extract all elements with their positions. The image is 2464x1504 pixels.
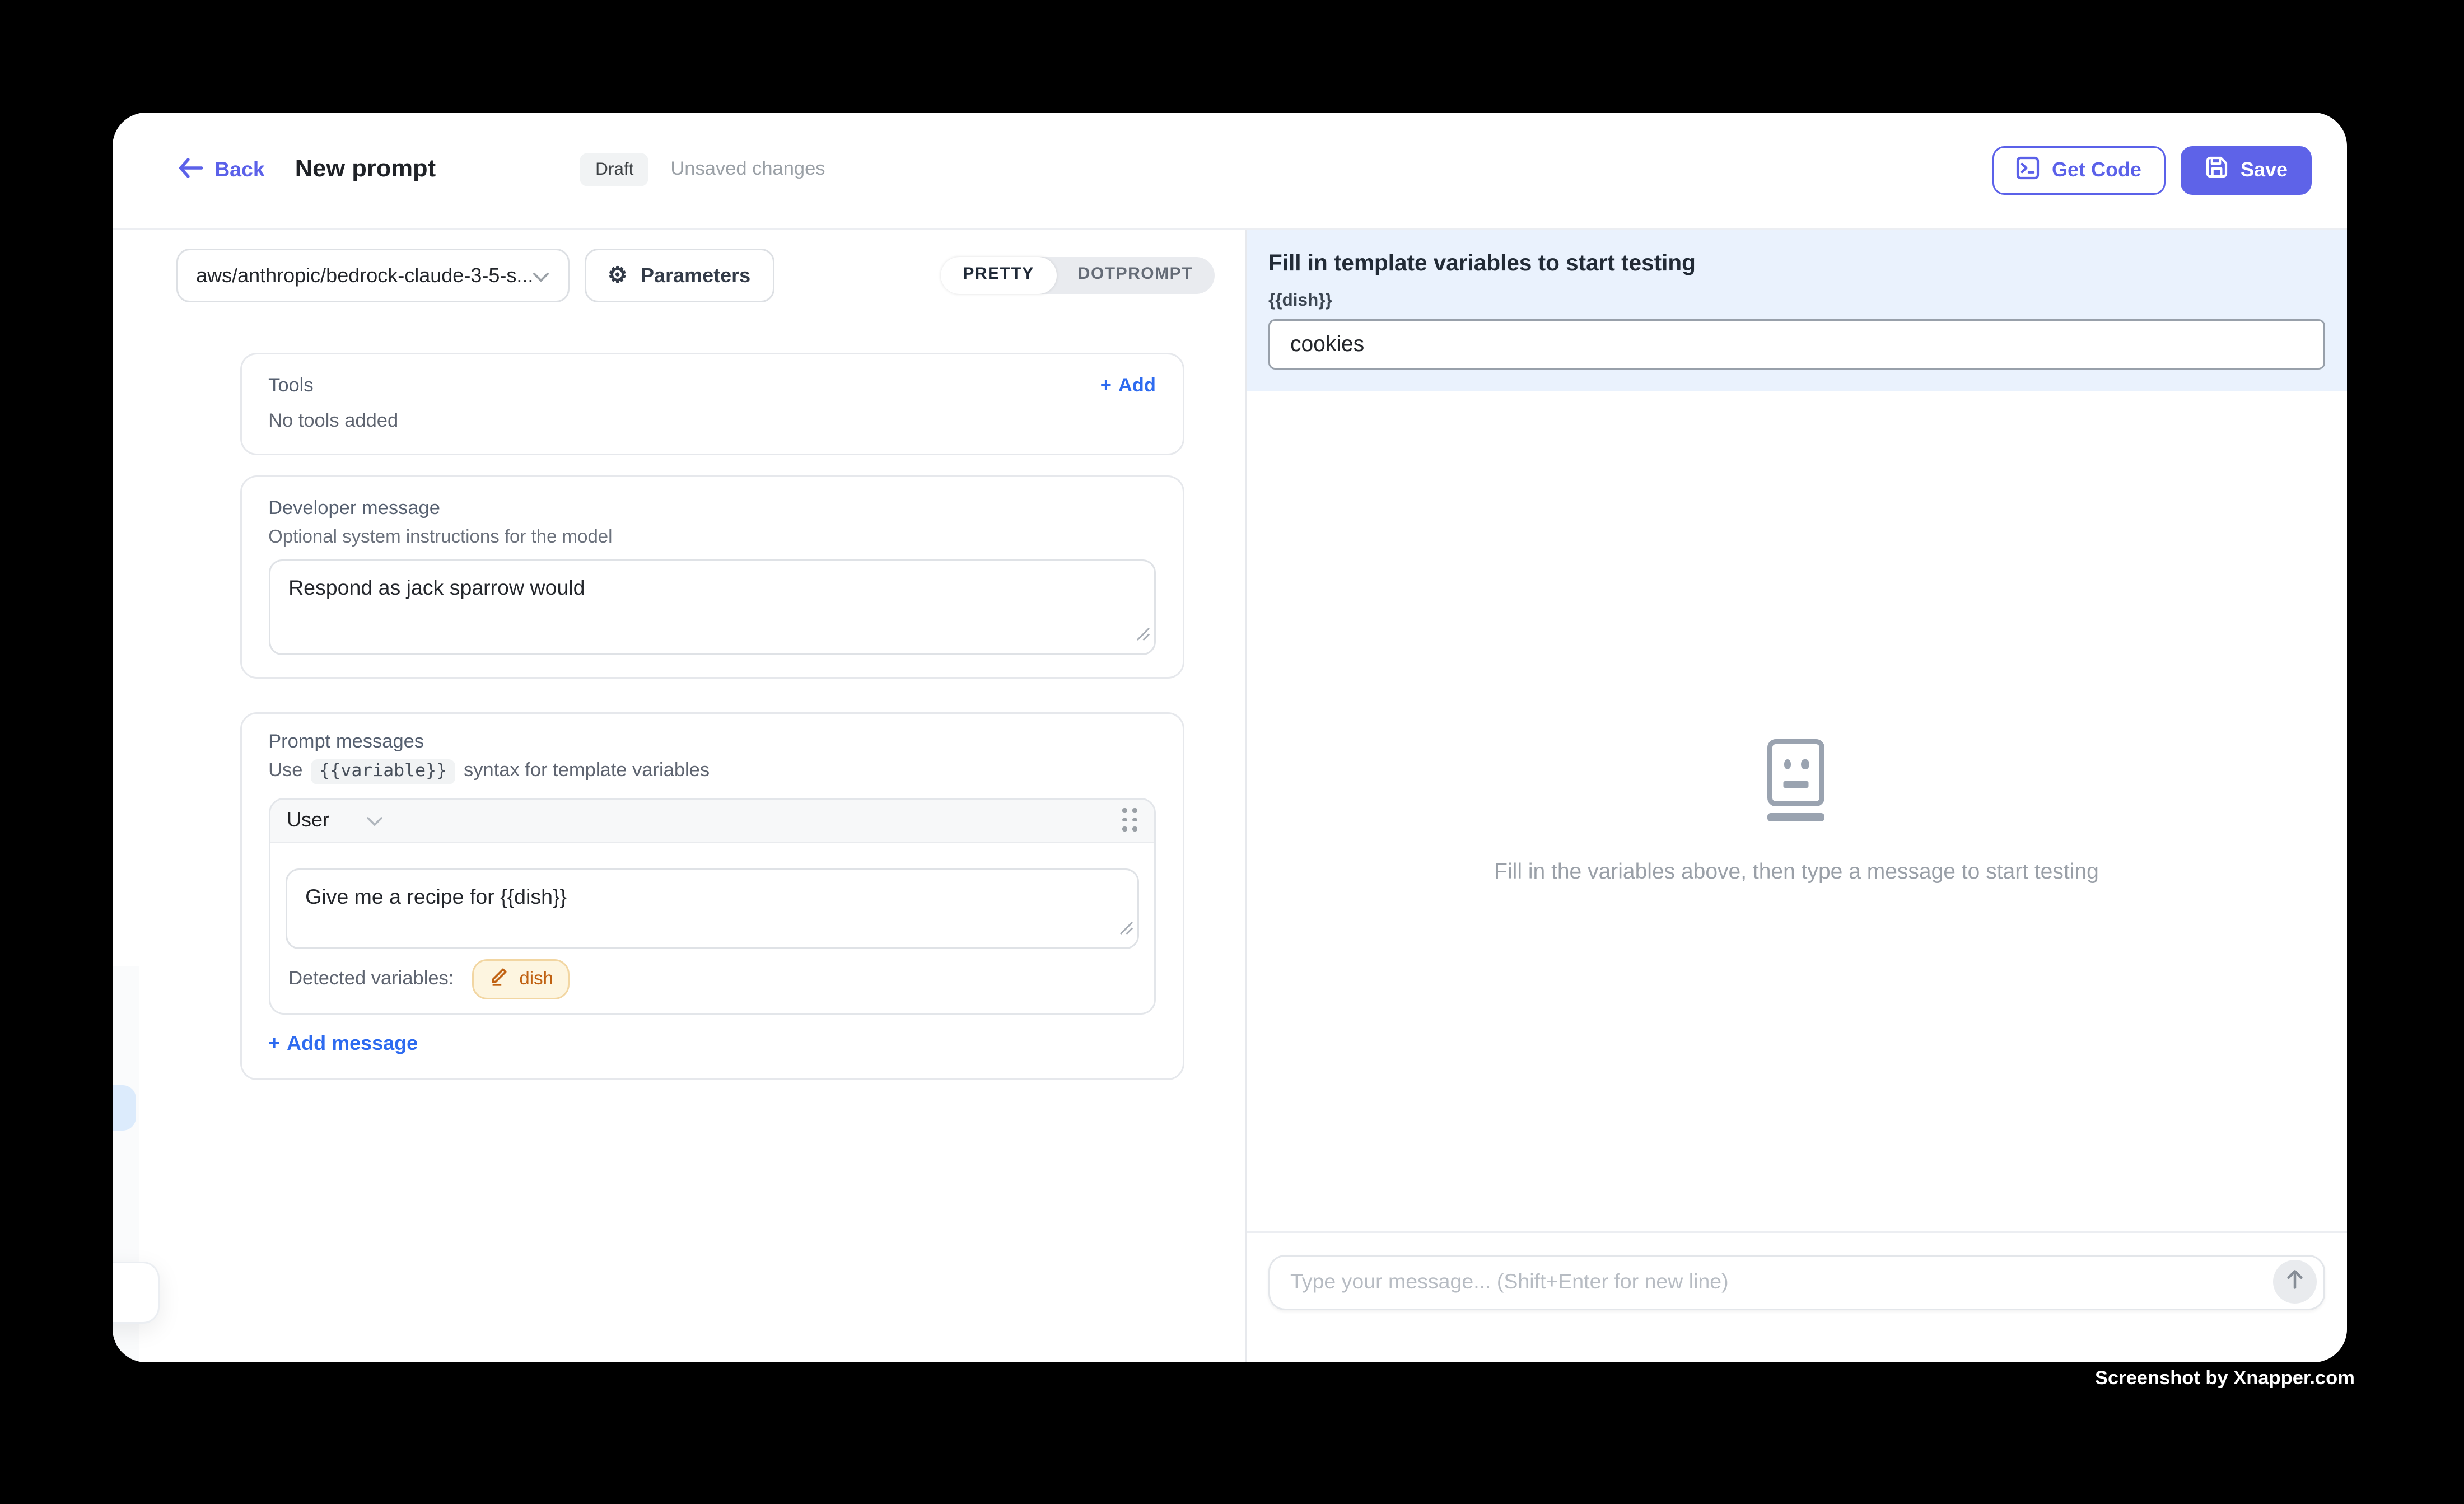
gear-icon: ⚙: [608, 264, 627, 286]
message-input[interactable]: [1270, 1256, 2323, 1308]
add-message-label: Add message: [287, 1031, 418, 1054]
message-composer: [1247, 1232, 2346, 1362]
variable-badge-label: dish: [519, 969, 553, 989]
plus-icon: +: [268, 1031, 280, 1054]
template-variables-panel: Fill in template variables to start test…: [1247, 230, 2346, 391]
get-code-label: Get Code: [2052, 158, 2141, 182]
dish-variable-input[interactable]: [1268, 319, 2325, 369]
message-block-body: Give me a recipe for {{dish}} Detected v…: [270, 843, 1154, 1012]
tools-card: Tools + Add No tools added: [240, 352, 1184, 455]
back-arrow-icon: [178, 157, 203, 183]
save-label: Save: [2241, 158, 2288, 182]
unsaved-changes-note: Unsaved changes: [670, 160, 825, 180]
save-icon: [2204, 155, 2229, 185]
composer-box: [1268, 1254, 2325, 1310]
toggle-dotprompt[interactable]: DOTPROMPT: [1056, 256, 1215, 293]
variable-syntax-chip: {{variable}}: [311, 759, 455, 784]
save-button[interactable]: Save: [2180, 146, 2311, 194]
chat-empty-state: Fill in the variables above, then type a…: [1247, 391, 2346, 1232]
edit-pencil-icon: [489, 966, 509, 992]
prompt-messages-card: Prompt messages Use {{variable}} syntax …: [240, 712, 1184, 1080]
message-block: User Give me a recipe for {{dish}}: [268, 797, 1156, 1014]
parameters-label: Parameters: [641, 263, 750, 287]
developer-message-card: Developer message Optional system instru…: [240, 475, 1184, 678]
terminal-icon: [2017, 156, 2040, 184]
screenshot-stage: Back New prompt Draft Unsaved changes Ge…: [0, 0, 2464, 1504]
variables-panel-title: Fill in template variables to start test…: [1268, 250, 2325, 275]
resize-grip-icon[interactable]: [1119, 913, 1134, 943]
developer-message-subtitle: Optional system instructions for the mod…: [268, 527, 1156, 547]
tools-empty-text: No tools added: [268, 411, 1156, 431]
sidebar-active-item[interactable]: [112, 1085, 136, 1130]
header-actions: Get Code Save: [1993, 146, 2311, 194]
add-tool-label: Add: [1118, 376, 1156, 396]
add-tool-button[interactable]: + Add: [1100, 376, 1156, 396]
app-window: Back New prompt Draft Unsaved changes Ge…: [112, 112, 2346, 1362]
chevron-down-icon: [532, 260, 549, 290]
model-row: aws/anthropic/bedrock-claude-3-5-s... ⚙ …: [176, 248, 1215, 302]
sidebar-popover-card: [112, 1261, 159, 1323]
hint-suffix: syntax for template variables: [464, 762, 710, 782]
robot-icon: [1768, 739, 1825, 821]
view-toggle: PRETTY DOTPROMPT: [941, 256, 1215, 293]
detected-variables-row: Detected variables: dish: [285, 959, 1139, 999]
developer-message-title: Developer message: [268, 498, 1156, 519]
variable-badge-dish[interactable]: dish: [472, 959, 570, 999]
editor-content: aws/anthropic/bedrock-claude-3-5-s... ⚙ …: [112, 230, 1245, 1080]
detected-variables-label: Detected variables:: [288, 969, 454, 989]
tools-title: Tools: [268, 376, 314, 396]
hint-prefix: Use: [268, 762, 302, 782]
user-message-field: Give me a recipe for {{dish}}: [285, 868, 1139, 949]
user-message-textarea[interactable]: Give me a recipe for {{dish}}: [285, 868, 1139, 949]
dish-variable-label: {{dish}}: [1268, 290, 2325, 310]
header: Back New prompt Draft Unsaved changes Ge…: [112, 112, 2346, 230]
add-message-button[interactable]: + Add message: [268, 1031, 418, 1054]
back-label: Back: [214, 158, 265, 182]
draft-status-badge: Draft: [580, 153, 648, 187]
back-link[interactable]: Back: [178, 157, 265, 183]
tools-card-header: Tools + Add: [268, 376, 1156, 396]
up-arrow-icon: [2284, 1269, 2304, 1296]
model-selector-value: aws/anthropic/bedrock-claude-3-5-s...: [196, 263, 532, 287]
parameters-button[interactable]: ⚙ Parameters: [584, 248, 774, 302]
send-button[interactable]: [2272, 1260, 2316, 1304]
model-selector[interactable]: aws/anthropic/bedrock-claude-3-5-s...: [176, 248, 569, 302]
role-label: User: [287, 809, 329, 832]
empty-state-text: Fill in the variables above, then type a…: [1494, 858, 2099, 884]
prompt-tester-pane: Fill in template variables to start test…: [1245, 230, 2346, 1362]
template-variables-hint: Use {{variable}} syntax for template var…: [268, 759, 1156, 784]
role-selector[interactable]: User: [287, 809, 383, 832]
chevron-down-icon: [366, 809, 383, 832]
toggle-pretty[interactable]: PRETTY: [941, 256, 1056, 293]
main-split: aws/anthropic/bedrock-claude-3-5-s... ⚙ …: [112, 230, 2346, 1362]
developer-message-field: Respond as jack sparrow would: [268, 559, 1156, 655]
message-block-header: User: [270, 799, 1154, 843]
prompt-messages-title: Prompt messages: [268, 732, 1156, 752]
drag-handle[interactable]: [1123, 809, 1137, 832]
plus-icon: +: [1100, 376, 1112, 396]
get-code-button[interactable]: Get Code: [1993, 146, 2165, 194]
prompt-editor-pane: aws/anthropic/bedrock-claude-3-5-s... ⚙ …: [112, 230, 1245, 1362]
watermark-text: Screenshot by Xnapper.com: [2095, 1369, 2355, 1389]
resize-grip-icon[interactable]: [1136, 619, 1151, 650]
developer-message-textarea[interactable]: Respond as jack sparrow would: [268, 559, 1156, 655]
page-title: New prompt: [295, 157, 436, 184]
